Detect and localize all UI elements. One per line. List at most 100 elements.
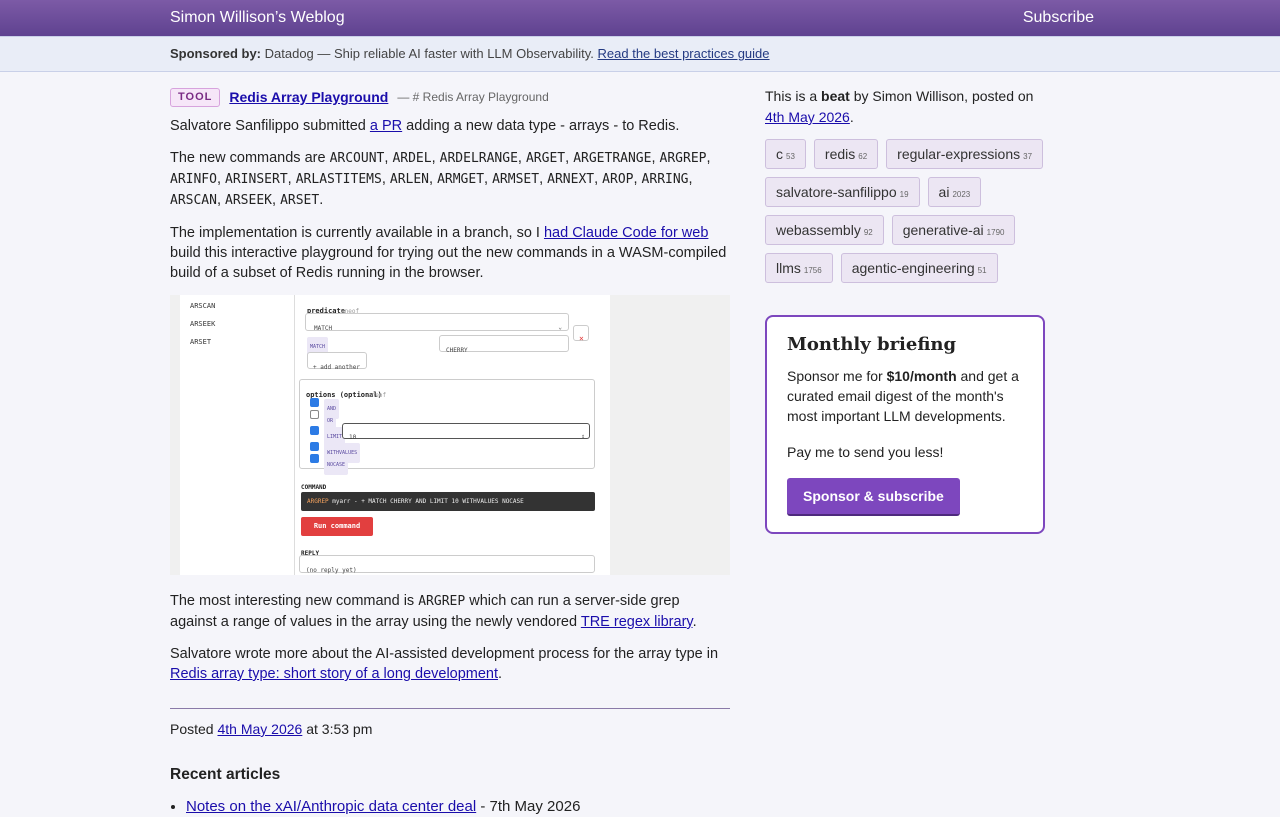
separator: , xyxy=(706,150,711,166)
divider xyxy=(170,708,730,709)
separator: , xyxy=(594,171,603,187)
command-code: ARMGET xyxy=(437,172,485,187)
beat-date-link[interactable]: 4th May 2026 xyxy=(765,109,850,125)
screenshot-command-line: ARGREP myarr - + MATCH CHERRY AND LIMIT … xyxy=(301,492,595,511)
sidebar: This is a beat by Simon Willison, posted… xyxy=(765,86,1045,534)
tag-count: 37 xyxy=(1023,152,1033,161)
command-code: ARLASTITEMS xyxy=(295,172,382,187)
screenshot-remove-button: × xyxy=(573,325,589,343)
text: The implementation is currently availabl… xyxy=(170,225,544,241)
posted-date-link[interactable]: 4th May 2026 xyxy=(217,721,302,737)
tag-webassembly[interactable]: webassembly 92 xyxy=(765,215,884,245)
tag-count: 1790 xyxy=(986,228,1005,237)
separator: , xyxy=(272,192,281,208)
separator: , xyxy=(565,150,574,166)
main-content: TOOL Redis Array Playground — # Redis Ar… xyxy=(170,86,730,817)
command-code: ARSET xyxy=(280,193,320,208)
screenshot-limit-input: 10 ⇕ xyxy=(342,423,590,441)
recent-articles-list: Notes on the xAI/Anthropic data center d… xyxy=(170,797,730,817)
sponsor-banner: Sponsored by: Datadog — Ship reliable AI… xyxy=(0,36,1280,72)
screenshot-match-input: CHERRY xyxy=(439,335,569,354)
monthly-briefing-box: Monthly briefing Sponsor me for $10/mont… xyxy=(765,315,1045,534)
paragraph-commands: The new commands are ARCOUNT, ARDEL, ARD… xyxy=(170,148,730,211)
playground-screenshot[interactable]: ARSCAN ARSEEK ARSET predicate oneof MATC… xyxy=(170,295,730,575)
screenshot-reply-value: (no reply yet) xyxy=(306,567,357,574)
subscribe-link[interactable]: Subscribe xyxy=(1023,8,1094,28)
tag-agentic-engineering[interactable]: agentic-engineering 51 xyxy=(840,253,998,283)
entry-header: TOOL Redis Array Playground — # Redis Ar… xyxy=(170,86,730,108)
tag-c[interactable]: c 53 xyxy=(765,139,806,169)
command-code: ARINSERT xyxy=(225,172,288,187)
screenshot-form: predicate oneof MATCH ⌄ × MATCH CHERRY +… xyxy=(294,295,610,575)
screenshot-match-value: CHERRY xyxy=(446,347,468,354)
tag-llms[interactable]: llms 1756 xyxy=(765,253,833,283)
tag-ai[interactable]: ai 2023 xyxy=(927,177,982,207)
checkbox-icon xyxy=(310,398,319,407)
separator: , xyxy=(633,171,642,187)
separator: , xyxy=(688,171,693,187)
command-code: AROP xyxy=(602,172,634,187)
command-code: ARSCAN xyxy=(170,193,217,208)
tag-count: 53 xyxy=(786,152,795,161)
command-code: ARRING xyxy=(641,172,689,187)
tool-badge: TOOL xyxy=(170,87,221,107)
sponsor-subscribe-button[interactable]: Sponsor & subscribe xyxy=(787,478,960,516)
command-code: ARCOUNT xyxy=(329,151,385,166)
close-icon: × xyxy=(579,334,584,343)
separator: , xyxy=(539,171,548,187)
command-code: ARLEN xyxy=(389,172,430,187)
recent-article-date: - 7th May 2026 xyxy=(476,798,581,815)
tre-regex-link[interactable]: TRE regex library xyxy=(581,614,693,630)
claude-code-link[interactable]: had Claude Code for web xyxy=(544,225,708,241)
text: Salvatore Sanfilippo submitted xyxy=(170,118,370,134)
entry-title-link[interactable]: Redis Array Playground xyxy=(229,87,388,107)
tag-salvatore-sanfilippo[interactable]: salvatore-sanfilippo 19 xyxy=(765,177,920,207)
separator: , xyxy=(381,171,390,187)
tag-regular-expressions[interactable]: regular-expressions 37 xyxy=(886,139,1044,169)
paragraph-argrep: The most interesting new command is ARGR… xyxy=(170,591,730,632)
pr-link[interactable]: a PR xyxy=(370,118,402,134)
text: adding a new data type - arrays - to Red… xyxy=(402,118,680,134)
briefing-title: Monthly briefing xyxy=(787,334,957,355)
screenshot-select-value: MATCH xyxy=(314,325,333,332)
argrep-code: ARGREP xyxy=(418,594,466,609)
redis-story-link[interactable]: Redis array type: short story of a long … xyxy=(170,666,498,682)
separator: , xyxy=(216,171,226,187)
tag-name: ai xyxy=(938,184,950,200)
posted-line: Posted 4th May 2026 at 3:53 pm xyxy=(170,719,730,739)
briefing-price: $10/month xyxy=(886,368,957,384)
checkbox-icon xyxy=(310,410,319,419)
text: build this interactive playground for tr… xyxy=(170,245,727,281)
screenshot-options-panel: options (optional) oneof AND OR LIMIT WITHV… xyxy=(299,379,595,475)
tag-generative-ai[interactable]: generative-ai 1790 xyxy=(891,215,1016,245)
paragraph-story: Salvatore wrote more about the AI-assist… xyxy=(170,644,730,684)
screenshot-reply-box: (no reply yet) xyxy=(299,555,595,574)
tag-redis[interactable]: redis 62 xyxy=(813,139,879,169)
command-code: ARDELRANGE xyxy=(439,151,518,166)
command-code: ARGETRANGE xyxy=(573,151,652,166)
tag-name: llms xyxy=(776,260,801,276)
beat-word: beat xyxy=(821,88,850,104)
briefing-description: Sponsor me for $10/month and get a curat… xyxy=(787,366,1023,426)
paragraph-implementation: The implementation is currently availabl… xyxy=(170,223,730,283)
separator: , xyxy=(517,150,526,166)
screenshot-limit-value: 10 xyxy=(349,434,357,441)
stepper-icon: ⇕ xyxy=(581,433,585,440)
checkbox-icon xyxy=(310,426,319,435)
recent-article-link[interactable]: Notes on the xAI/Anthropic data center d… xyxy=(186,798,476,815)
tag-name: c xyxy=(776,146,783,162)
text: at 3:53 pm xyxy=(302,721,373,737)
command-code: ARMSET xyxy=(492,172,540,187)
command-code: ARGET xyxy=(525,151,566,166)
command-code: ARSEEK xyxy=(225,193,272,208)
site-header: Simon Willison’s Weblog Subscribe xyxy=(0,0,1280,36)
beat-info: This is a beat by Simon Willison, posted… xyxy=(765,86,1045,128)
command-code: ARNEXT xyxy=(547,172,595,187)
text: . xyxy=(498,666,503,682)
sponsor-text: Datadog — Ship reliable AI faster with L… xyxy=(264,46,594,61)
recent-articles-heading: Recent articles xyxy=(170,766,281,783)
text: . xyxy=(849,109,854,125)
site-title-link[interactable]: Simon Willison’s Weblog xyxy=(170,8,345,28)
sponsor-link[interactable]: Read the best practices guide xyxy=(598,46,770,61)
screenshot-run-button: Run command xyxy=(301,517,373,536)
